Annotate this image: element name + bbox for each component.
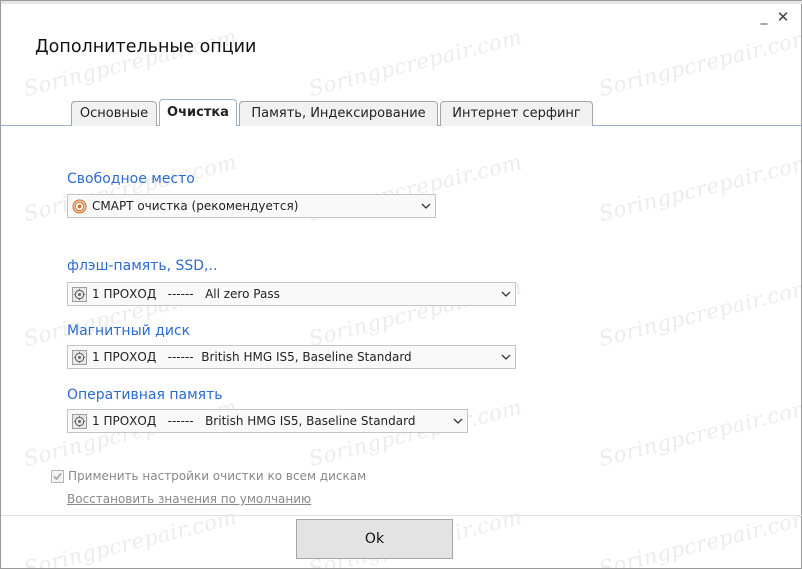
watermark: Soringpcrepair.com (596, 274, 802, 352)
tab-cleanup[interactable]: Очистка (159, 99, 237, 126)
watermark: Soringpcrepair.com (596, 149, 802, 227)
flash-value: 1 ПРОХОД ------ All zero Pass (92, 287, 280, 301)
magnetic-disk-label: Магнитный диск (67, 323, 191, 339)
chevron-down-icon (453, 418, 463, 424)
tab-general[interactable]: Основные (71, 101, 157, 126)
chevron-down-icon (501, 291, 511, 297)
watermark: Soringpcrepair.com (306, 394, 525, 472)
shredder-icon (72, 414, 87, 429)
free-space-value: СМАРТ очистка (рекомендуется) (92, 199, 299, 213)
shredder-icon (72, 287, 87, 302)
chevron-down-icon (421, 203, 431, 209)
ram-value: 1 ПРОХОД ------ British HMG IS5, Baselin… (92, 414, 416, 428)
ram-label: Оперативная память (67, 387, 223, 403)
options-window: Soringpcrepair.com Soringpcrepair.com So… (0, 0, 802, 569)
ram-dropdown[interactable]: 1 ПРОХОД ------ British HMG IS5, Baselin… (67, 409, 468, 433)
restore-defaults-link[interactable]: Восстановить значения по умолчанию (67, 492, 311, 506)
apply-all-label: Применить настройки очистки ко всем диск… (68, 469, 367, 483)
watermark: Soringpcrepair.com (596, 394, 802, 472)
shredder-icon (72, 350, 87, 365)
watermark: Soringpcrepair.com (306, 24, 525, 102)
chevron-down-icon (501, 354, 511, 360)
apply-all-checkbox[interactable] (51, 470, 64, 483)
minimize-button[interactable]: _ (756, 9, 772, 25)
target-icon (72, 199, 87, 214)
magnetic-disk-value: 1 ПРОХОД ------ British HMG IS5, Baselin… (92, 350, 412, 364)
close-button[interactable]: ✕ (775, 9, 791, 25)
window-top-border (1, 1, 802, 4)
bottom-separator (1, 515, 802, 516)
page-title: Дополнительные опции (35, 37, 257, 57)
watermark: Soringpcrepair.com (21, 394, 240, 472)
tab-memory-indexing[interactable]: Память, Индексирование (239, 101, 438, 126)
ok-button[interactable]: Ok (296, 519, 453, 559)
tab-internet-surfing[interactable]: Интернет серфинг (440, 101, 593, 126)
free-space-label: Свободное место (67, 171, 195, 187)
magnetic-disk-dropdown[interactable]: 1 ПРОХОД ------ British HMG IS5, Baselin… (67, 345, 516, 369)
watermark: Soringpcrepair.com (596, 24, 802, 102)
checkmark-icon (53, 473, 62, 481)
flash-label: флэш-память, SSD,.. (67, 258, 218, 274)
flash-dropdown[interactable]: 1 ПРОХОД ------ All zero Pass (67, 282, 516, 306)
free-space-dropdown[interactable]: СМАРТ очистка (рекомендуется) (67, 194, 436, 218)
